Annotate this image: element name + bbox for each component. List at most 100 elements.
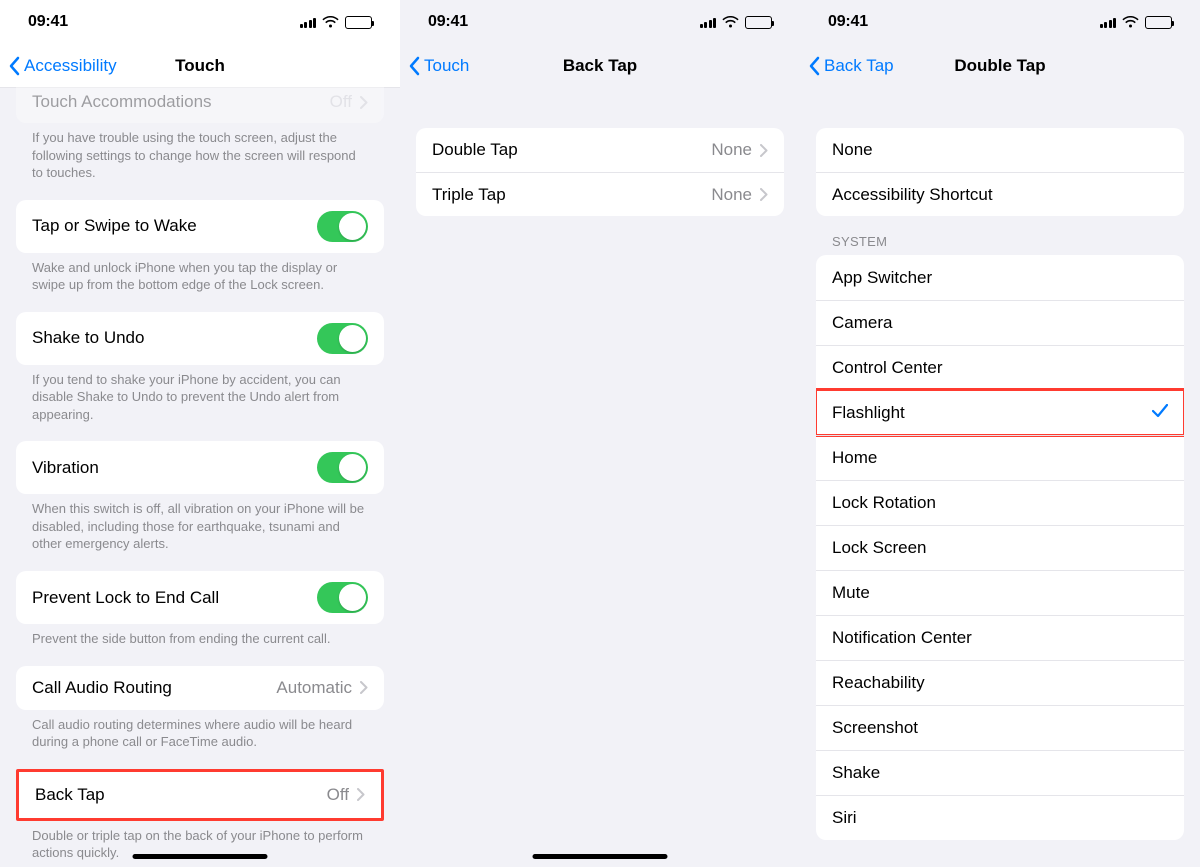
- row-label: Shake to Undo: [32, 328, 144, 348]
- home-indicator[interactable]: [133, 854, 268, 859]
- row-system-action[interactable]: Lock Rotation: [816, 480, 1184, 525]
- row-system-action[interactable]: Control Center: [816, 345, 1184, 390]
- battery-icon: [345, 16, 372, 29]
- row-system-action[interactable]: Home: [816, 435, 1184, 480]
- row-call-audio-routing[interactable]: Call Audio Routing Automatic: [16, 666, 384, 710]
- row-label: Triple Tap: [432, 185, 506, 205]
- row-label: Double Tap: [432, 140, 518, 160]
- toggle-switch[interactable]: [317, 323, 368, 354]
- row-system-action[interactable]: Camera: [816, 300, 1184, 345]
- row-shake-to-undo[interactable]: Shake to Undo: [16, 312, 384, 365]
- row-vibration[interactable]: Vibration: [16, 441, 384, 494]
- screen-touch-settings: 09:41 Accessibility Touch Touch Accommod…: [0, 0, 400, 867]
- row-accessibility-shortcut[interactable]: Accessibility Shortcut: [816, 172, 1184, 216]
- back-button[interactable]: Back Tap: [808, 56, 894, 76]
- row-system-action[interactable]: App Switcher: [816, 255, 1184, 300]
- nav-bar: Accessibility Touch: [0, 44, 400, 88]
- section-footer: When this switch is off, all vibration o…: [16, 494, 384, 553]
- row-double-tap[interactable]: Double Tap None: [416, 128, 784, 172]
- row-label: Reachability: [832, 673, 925, 693]
- back-button[interactable]: Touch: [408, 56, 469, 76]
- row-system-action[interactable]: Siri: [816, 795, 1184, 840]
- row-label: Screenshot: [832, 718, 918, 738]
- section-footer: Call audio routing determines where audi…: [16, 710, 384, 751]
- chevron-right-icon: [357, 788, 365, 801]
- toggle-switch[interactable]: [317, 211, 368, 242]
- row-tap-swipe-wake[interactable]: Tap or Swipe to Wake: [16, 200, 384, 253]
- chevron-right-icon: [760, 188, 768, 201]
- chevron-right-icon: [760, 144, 768, 157]
- wifi-icon: [722, 16, 739, 28]
- row-label: Lock Rotation: [832, 493, 936, 513]
- row-label: None: [832, 140, 873, 160]
- row-system-action[interactable]: Flashlight: [816, 390, 1184, 435]
- row-label: Siri: [832, 808, 857, 828]
- highlighted-row: Back Tap Off: [16, 769, 384, 821]
- row-label: Tap or Swipe to Wake: [32, 216, 197, 236]
- checkmark-icon: [1152, 403, 1168, 423]
- toggle-switch[interactable]: [317, 452, 368, 483]
- section-footer: If you tend to shake your iPhone by acci…: [16, 365, 384, 424]
- battery-icon: [745, 16, 772, 29]
- back-button[interactable]: Accessibility: [8, 56, 117, 76]
- row-triple-tap[interactable]: Triple Tap None: [416, 172, 784, 216]
- chevron-left-icon: [8, 56, 20, 76]
- home-indicator[interactable]: [533, 854, 668, 859]
- row-label: Control Center: [832, 358, 943, 378]
- row-none[interactable]: None: [816, 128, 1184, 172]
- cellular-signal-icon: [700, 16, 717, 28]
- wifi-icon: [322, 16, 339, 28]
- wifi-icon: [1122, 16, 1139, 28]
- row-label: Accessibility Shortcut: [832, 185, 993, 205]
- screen-back-tap: 09:41 Touch Back Tap Double Tap None: [400, 0, 800, 867]
- row-value: None: [711, 140, 768, 160]
- row-system-action[interactable]: Notification Center: [816, 615, 1184, 660]
- chevron-left-icon: [408, 56, 420, 76]
- status-time: 09:41: [828, 13, 868, 31]
- row-system-action[interactable]: Shake: [816, 750, 1184, 795]
- section-footer: If you have trouble using the touch scre…: [16, 123, 384, 182]
- row-value: Off: [330, 92, 368, 112]
- cellular-signal-icon: [1100, 16, 1117, 28]
- chevron-right-icon: [360, 681, 368, 694]
- row-label: Camera: [832, 313, 892, 333]
- back-label: Accessibility: [24, 56, 117, 76]
- row-label: Touch Accommodations: [32, 92, 212, 112]
- nav-bar: Touch Back Tap: [400, 44, 800, 88]
- row-system-action[interactable]: Mute: [816, 570, 1184, 615]
- status-bar: 09:41: [800, 0, 1200, 44]
- battery-icon: [1145, 16, 1172, 29]
- status-time: 09:41: [428, 13, 468, 31]
- system-action-list: App Switcher Camera Control Center Flashlig…: [816, 255, 1184, 840]
- section-footer: Prevent the side button from ending the …: [16, 624, 384, 648]
- row-label: Prevent Lock to End Call: [32, 588, 219, 608]
- status-bar: 09:41: [400, 0, 800, 44]
- row-value: Automatic: [276, 678, 368, 698]
- screen-double-tap: 09:41 Back Tap Double Tap None Accessibi…: [800, 0, 1200, 867]
- row-system-action[interactable]: Lock Screen: [816, 525, 1184, 570]
- row-label: Shake: [832, 763, 880, 783]
- row-label: Call Audio Routing: [32, 678, 172, 698]
- row-back-tap[interactable]: Back Tap Off: [19, 772, 381, 818]
- row-label: Vibration: [32, 458, 99, 478]
- row-value: None: [711, 185, 768, 205]
- row-touch-accommodations[interactable]: Touch Accommodations Off: [16, 86, 384, 123]
- section-header-system: System: [816, 234, 1184, 255]
- row-label: Notification Center: [832, 628, 972, 648]
- status-icons: [300, 16, 373, 29]
- row-label: Mute: [832, 583, 870, 603]
- row-prevent-lock-end-call[interactable]: Prevent Lock to End Call: [16, 571, 384, 624]
- row-label: Back Tap: [35, 785, 105, 805]
- status-icons: [1100, 16, 1173, 29]
- row-system-action[interactable]: Reachability: [816, 660, 1184, 705]
- row-value: Off: [327, 785, 365, 805]
- cellular-signal-icon: [300, 16, 317, 28]
- row-label: Lock Screen: [832, 538, 927, 558]
- nav-bar: Back Tap Double Tap: [800, 44, 1200, 88]
- back-label: Back Tap: [824, 56, 894, 76]
- status-icons: [700, 16, 773, 29]
- toggle-switch[interactable]: [317, 582, 368, 613]
- row-system-action[interactable]: Screenshot: [816, 705, 1184, 750]
- row-label: Flashlight: [832, 403, 905, 423]
- status-time: 09:41: [28, 13, 68, 31]
